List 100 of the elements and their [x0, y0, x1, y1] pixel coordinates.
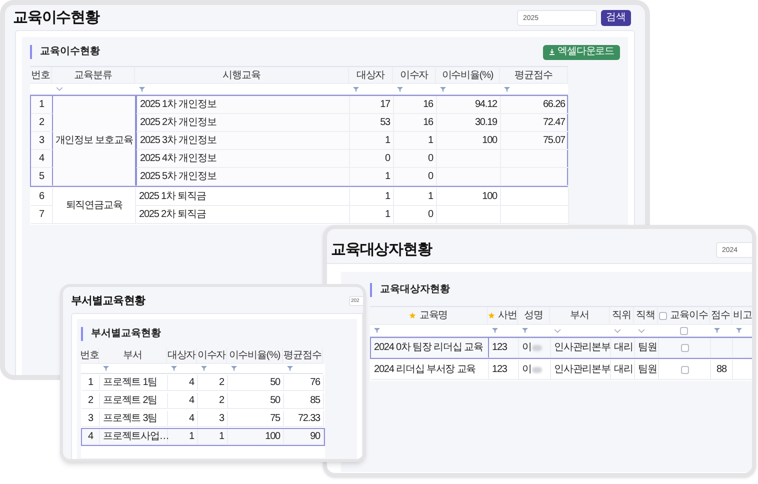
table-cell: 100	[228, 429, 284, 445]
chevron-down-icon[interactable]	[614, 328, 621, 332]
filter-icon[interactable]	[139, 86, 145, 92]
table-cell: 16	[394, 96, 437, 114]
column-header[interactable]: 대상자	[167, 348, 197, 364]
table-cell: 30.19	[437, 114, 501, 132]
column-header[interactable]: 교육이수	[670, 308, 708, 323]
column-header[interactable]: 번호	[81, 348, 99, 364]
table-cell: 프로젝트사업…	[100, 429, 168, 445]
column-header[interactable]: 이수비율(%)	[436, 67, 500, 84]
filter-icon[interactable]	[201, 366, 207, 371]
column-header[interactable]: 부서	[570, 308, 589, 323]
table-cell: 2024 리더십 부서장 교육	[371, 360, 489, 380]
filter-icon[interactable]	[736, 328, 742, 333]
filter-checkbox[interactable]	[680, 326, 688, 334]
table-cell: 90	[284, 429, 324, 445]
column-header[interactable]: 부서	[99, 348, 167, 364]
table-cell: 72.33	[284, 411, 324, 427]
table-cell: 퇴직연금교육	[53, 188, 136, 224]
column-header[interactable]: 사번	[498, 308, 517, 323]
table-row[interactable]: 2024 0차 팀장 리더십 교육 123 이 인사관리본부 대리 팀원	[370, 337, 752, 359]
filter-icon[interactable]	[397, 86, 403, 92]
table-cell: 0	[394, 206, 437, 224]
table-row[interactable]: 1 프로젝트 1팀 4 2 50 76	[81, 374, 325, 392]
table-cell: 1	[82, 375, 100, 391]
filter-icon[interactable]	[440, 86, 446, 92]
table-cell: 1	[350, 206, 394, 224]
filter-icon[interactable]	[231, 366, 237, 371]
table-cell: 75.07	[501, 132, 569, 150]
redacted-blur	[532, 344, 542, 350]
page-title: 교육이수현황	[13, 8, 100, 28]
section-title: 부서별교육현황	[81, 327, 161, 341]
table-cell: 5	[31, 168, 53, 186]
column-header[interactable]: 대상자	[349, 67, 393, 84]
filter-icon[interactable]	[522, 328, 528, 333]
table-cell: 100	[437, 188, 501, 206]
row-group[interactable]: 퇴직연금교육 6 2025 1차 퇴직금 1 1 100 7 2025 2차 퇴직금 1 0	[30, 187, 568, 225]
completion-checkbox[interactable]	[680, 344, 688, 352]
table-cell: 85	[284, 393, 324, 409]
table-cell-text: 이	[522, 363, 532, 377]
column-header[interactable]: 교육분류	[52, 67, 135, 84]
filter-icon[interactable]	[287, 366, 293, 371]
table-cell: 88	[711, 360, 733, 380]
excel-download-button[interactable]: 엑셀다운로드	[542, 44, 620, 60]
column-header[interactable]: 이수자	[197, 348, 227, 364]
column-header[interactable]: 평균점수	[283, 348, 323, 364]
column-header[interactable]: 비고	[733, 308, 752, 323]
column-header[interactable]: 교육명	[419, 308, 448, 323]
table-cell: 3	[31, 132, 53, 150]
table-cell: 100	[437, 132, 501, 150]
table-cell: 개인정보 보호교육	[53, 96, 136, 186]
table-cell: 프로젝트 3팀	[100, 411, 168, 427]
star-icon	[488, 312, 496, 319]
row-group[interactable]: 개인정보 보호교육 1 2025 1차 개인정보 17 16 94.12 66.26 2 2025 2차 개인정보 53 16 30.19 72.47 3 2025 3차 개인정보 1 1 100 75.07 4 2025 4차 개인정보 0 0 5 2025 5차 개인정보 1 0	[30, 95, 568, 187]
chevron-down-icon[interactable]	[638, 328, 645, 332]
empty-cell	[501, 188, 569, 206]
table-cell: 2025 1차 퇴직금	[136, 188, 350, 206]
column-header[interactable]: 이수자	[393, 67, 436, 84]
table-cell: 대리	[611, 338, 635, 358]
table-cell: 대리	[611, 360, 635, 380]
chevron-down-icon[interactable]	[554, 328, 561, 332]
table-row[interactable]: 4 프로젝트사업… 1 1 100 90	[81, 428, 325, 446]
table-cell: 3	[198, 411, 228, 427]
table-cell: 프로젝트 2팀	[100, 393, 168, 409]
table-cell: 2025 1차 개인정보	[136, 96, 350, 114]
column-header[interactable]: 평균점수	[500, 67, 568, 84]
filter-icon[interactable]	[492, 328, 498, 333]
completion-checkbox[interactable]	[680, 366, 688, 374]
filter-icon[interactable]	[714, 328, 720, 333]
column-header[interactable]: 시행교육	[135, 67, 349, 84]
table-row[interactable]: 2024 리더십 부서장 교육 123 이 인사관리본부 대리 팀원 88	[370, 359, 752, 381]
filter-icon[interactable]	[171, 366, 177, 371]
table-cell: 2	[198, 393, 228, 409]
table-cell: 0	[394, 168, 437, 186]
filter-icon[interactable]	[103, 366, 109, 371]
table-row[interactable]: 2 프로젝트 2팀 4 2 50 85	[81, 392, 325, 410]
table-cell: 17	[350, 96, 394, 114]
column-header[interactable]: 점수	[711, 308, 730, 323]
filter-icon[interactable]	[374, 328, 380, 333]
download-icon	[548, 49, 555, 55]
column-header[interactable]: 번호	[30, 67, 52, 84]
star-icon	[409, 312, 416, 319]
section-title: 교육대상자현황	[370, 283, 450, 297]
empty-cell	[501, 168, 569, 186]
search-button[interactable]: 검색	[601, 10, 631, 26]
column-header[interactable]: 이수비율(%)	[227, 348, 283, 364]
table-cell: 인사관리본부	[551, 360, 611, 380]
column-header[interactable]: 직책	[636, 308, 655, 323]
table-cell: 4	[168, 393, 198, 409]
table-cell: 팀원	[635, 360, 659, 380]
table-row[interactable]: 3 프로젝트 3팀 4 3 75 72.33	[81, 410, 325, 428]
filter-icon[interactable]	[353, 86, 359, 92]
chevron-down-icon[interactable]	[56, 87, 63, 91]
filter-icon[interactable]	[504, 86, 510, 92]
column-header[interactable]: 성명	[524, 308, 543, 323]
table-cell: 0	[350, 150, 394, 168]
column-header[interactable]: 직위	[612, 308, 631, 323]
header-checkbox[interactable]	[659, 312, 668, 320]
table-cell: 1	[350, 188, 394, 206]
page-title: 부서별교육현황	[71, 294, 145, 309]
